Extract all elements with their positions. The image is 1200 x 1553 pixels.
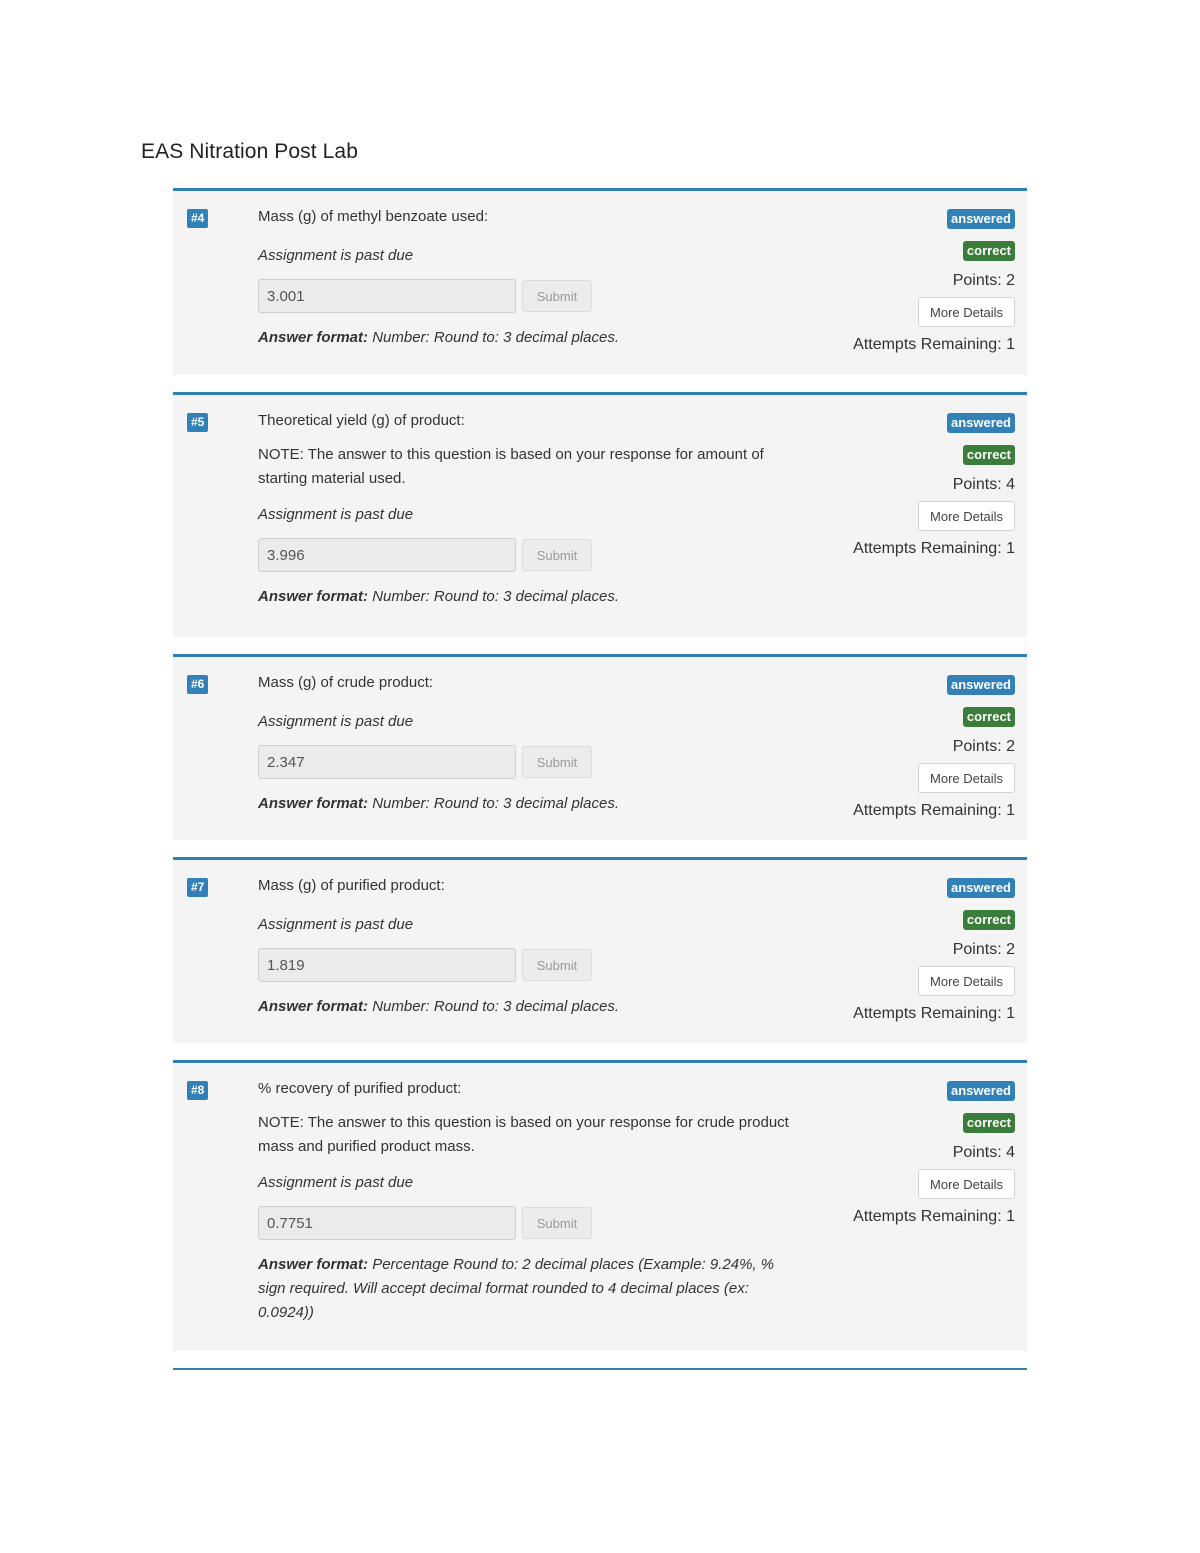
answered-badge: answered: [947, 1081, 1015, 1101]
question-prompt: Mass (g) of methyl benzoate used:: [258, 208, 489, 225]
past-due-notice: Assignment is past due: [258, 1174, 414, 1191]
answered-badge: answered: [947, 209, 1015, 229]
past-due-notice: Assignment is past due: [258, 713, 414, 730]
question-body: % recovery of purified product: NOTE: Th…: [258, 1079, 808, 1325]
answer-format-label: Answer format:: [258, 588, 369, 605]
question-card: #5 Theoretical yield (g) of product: NOT…: [173, 392, 1027, 637]
question-number-badge: #6: [187, 675, 209, 694]
answer-format-label: Answer format:: [258, 795, 369, 812]
question-status-panel: answered correct Points: 2 More Details …: [853, 209, 1015, 355]
answer-input[interactable]: [258, 279, 516, 313]
past-due-notice: Assignment is past due: [258, 247, 414, 264]
submit-button[interactable]: Submit: [522, 539, 592, 571]
past-due-notice: Assignment is past due: [258, 506, 414, 523]
more-details-button[interactable]: More Details: [918, 297, 1015, 327]
answered-badge: answered: [947, 413, 1015, 433]
question-card: #7 Mass (g) of purified product: Assignm…: [173, 857, 1027, 1043]
answer-format: Answer format: Number: Round to: 3 decim…: [258, 326, 803, 350]
answered-badge: answered: [947, 675, 1015, 695]
submit-button[interactable]: Submit: [522, 280, 592, 312]
answer-format-label: Answer format:: [258, 329, 369, 346]
correct-badge: correct: [962, 910, 1015, 930]
answer-format-label: Answer format:: [258, 1256, 369, 1273]
attempts-remaining: Attempts Remaining: 1: [853, 1005, 1015, 1022]
answer-format-label: Answer format:: [258, 998, 369, 1015]
past-due-notice: Assignment is past due: [258, 916, 414, 933]
answer-input[interactable]: [258, 1206, 516, 1240]
more-details-button[interactable]: More Details: [918, 501, 1015, 531]
question-card: #8 % recovery of purified product: NOTE:…: [173, 1060, 1027, 1351]
answered-badge: answered: [947, 878, 1015, 898]
answer-format: Answer format: Percentage Round to: 2 de…: [258, 1253, 803, 1325]
points-label: Points: 4: [952, 1144, 1015, 1161]
question-body: Mass (g) of methyl benzoate used: Assign…: [258, 207, 808, 350]
submit-button[interactable]: Submit: [522, 1207, 592, 1239]
answer-format: Answer format: Number: Round to: 3 decim…: [258, 995, 803, 1019]
answer-row: Submit: [258, 538, 808, 572]
answer-row: Submit: [258, 279, 808, 313]
answer-row: Submit: [258, 745, 808, 779]
question-note: NOTE: The answer to this question is bas…: [258, 1114, 789, 1155]
question-prompt: Mass (g) of purified product:: [258, 877, 445, 894]
submit-button[interactable]: Submit: [522, 949, 592, 981]
question-card: #4 Mass (g) of methyl benzoate used: Ass…: [173, 188, 1027, 375]
points-label: Points: 2: [952, 738, 1015, 755]
question-note: NOTE: The answer to this question is bas…: [258, 446, 764, 487]
more-details-button[interactable]: More Details: [918, 966, 1015, 996]
question-body: Theoretical yield (g) of product: NOTE: …: [258, 411, 808, 609]
question-status-panel: answered correct Points: 2 More Details …: [853, 675, 1015, 821]
attempts-remaining: Attempts Remaining: 1: [853, 1208, 1015, 1225]
answer-row: Submit: [258, 948, 808, 982]
answer-row: Submit: [258, 1206, 808, 1240]
question-number-badge: #8: [187, 1081, 209, 1100]
answer-format: Answer format: Number: Round to: 3 decim…: [258, 792, 803, 816]
question-number-badge: #4: [187, 209, 209, 228]
more-details-button[interactable]: More Details: [918, 1169, 1015, 1199]
question-prompt: % recovery of purified product:: [258, 1080, 462, 1097]
question-prompt: Mass (g) of crude product:: [258, 674, 434, 691]
answer-format-text: Number: Round to: 3 decimal places.: [372, 795, 619, 812]
correct-badge: correct: [962, 707, 1015, 727]
question-number-badge: #7: [187, 878, 209, 897]
submit-button[interactable]: Submit: [522, 746, 592, 778]
points-label: Points: 2: [952, 272, 1015, 289]
question-number-badge: #5: [187, 413, 209, 432]
attempts-remaining: Attempts Remaining: 1: [853, 802, 1015, 819]
attempts-remaining: Attempts Remaining: 1: [853, 540, 1015, 557]
attempts-remaining: Attempts Remaining: 1: [853, 336, 1015, 353]
bottom-divider: [173, 1368, 1027, 1370]
answer-input[interactable]: [258, 948, 516, 982]
question-status-panel: answered correct Points: 4 More Details …: [853, 1081, 1015, 1227]
question-body: Mass (g) of crude product: Assignment is…: [258, 673, 808, 816]
answer-input[interactable]: [258, 538, 516, 572]
question-body: Mass (g) of purified product: Assignment…: [258, 876, 808, 1019]
answer-format-text: Number: Round to: 3 decimal places.: [372, 998, 619, 1015]
points-label: Points: 2: [952, 941, 1015, 958]
correct-badge: correct: [962, 445, 1015, 465]
question-card: #6 Mass (g) of crude product: Assignment…: [173, 654, 1027, 840]
question-status-panel: answered correct Points: 4 More Details …: [853, 413, 1015, 559]
question-prompt: Theoretical yield (g) of product:: [258, 412, 465, 429]
points-label: Points: 4: [952, 476, 1015, 493]
question-list: #4 Mass (g) of methyl benzoate used: Ass…: [173, 188, 1027, 1370]
correct-badge: correct: [962, 241, 1015, 261]
answer-format-text: Number: Round to: 3 decimal places.: [372, 588, 619, 605]
answer-format: Answer format: Number: Round to: 3 decim…: [258, 585, 803, 609]
answer-format-text: Number: Round to: 3 decimal places.: [372, 329, 619, 346]
page-title: EAS Nitration Post Lab: [141, 140, 358, 163]
question-status-panel: answered correct Points: 2 More Details …: [853, 878, 1015, 1024]
correct-badge: correct: [962, 1113, 1015, 1133]
answer-input[interactable]: [258, 745, 516, 779]
more-details-button[interactable]: More Details: [918, 763, 1015, 793]
